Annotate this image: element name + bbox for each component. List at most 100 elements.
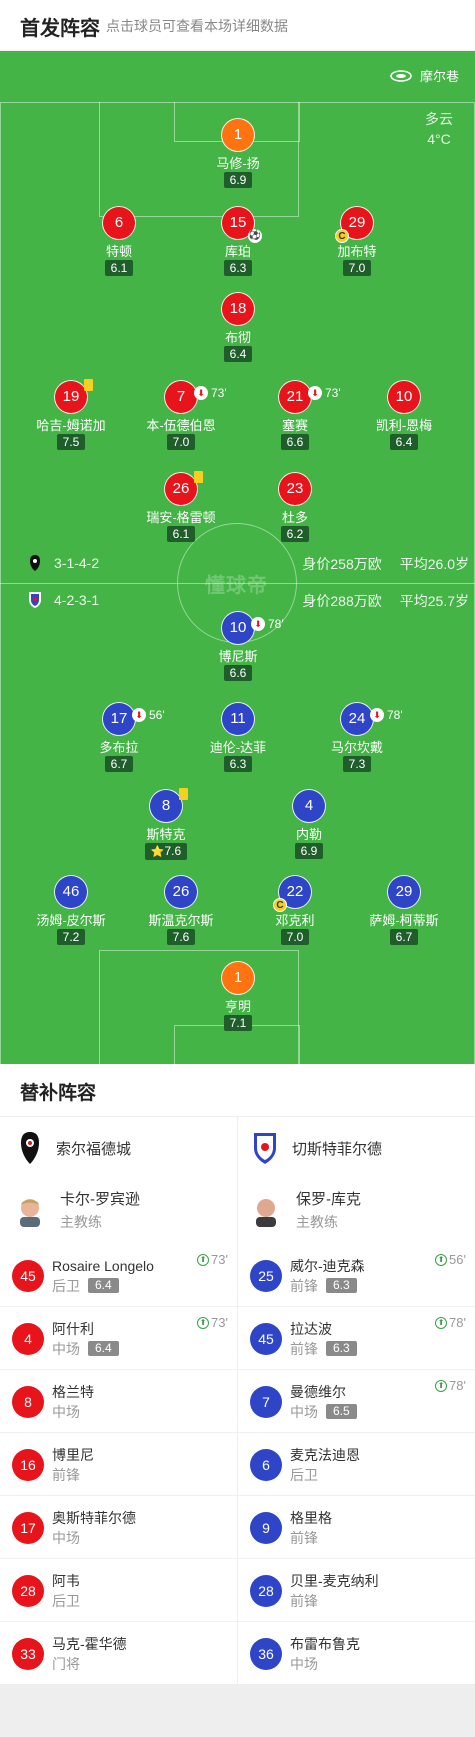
player-number-text: 10 [395,388,413,405]
substitute-row[interactable]: 16 博里尼 前锋 [12,1433,234,1496]
away-coach[interactable]: 保罗-库克 主教练 [250,1189,361,1233]
substitute-row[interactable]: 9 格里格 前锋 [250,1496,472,1559]
player-home[interactable]: 1 马修-扬 6.9 [183,118,293,189]
star-icon: ⭐ [150,846,165,858]
substitute-row[interactable]: 17 奥斯特菲尔德 中场 [12,1496,234,1559]
player-home[interactable]: 6 特顿 6.1 [64,206,174,277]
player-number-text: 26 [172,480,190,497]
substitute-info: 格里格 前锋 [290,1508,332,1548]
home-team-name: 索尔福德城 [56,1140,132,1158]
player-rating-value: 7.1 [229,1016,247,1030]
player-away[interactable]: 22 C 邓克利 7.0 [240,875,350,946]
away-team-header[interactable]: 切斯特菲尔德 [252,1131,382,1165]
player-rating: 6.1 [166,526,196,542]
sub-in-minute: 73' [211,1252,228,1267]
substitute-number: 8 [12,1385,44,1418]
venue: 摩尔巷 [390,66,459,85]
player-rating-value: 6.6 [286,435,304,449]
substitute-row[interactable]: 45 拉达波 前锋 6.3 ⬆ 78' [250,1307,472,1370]
player-name: 萨姆-柯蒂斯 [369,913,439,928]
substitute-row[interactable]: 4 阿什利 中场 6.4 ⬆ 73' [12,1307,234,1370]
weather-condition: 多云 [425,111,453,127]
player-number-text: 17 [110,710,128,727]
away-team-logo-icon [254,1133,276,1164]
substitute-position: 前锋 6.3 [290,1339,357,1359]
substitute-position: 后卫 [290,1465,360,1485]
player-home[interactable]: 21 ⬇ 73' 塞赛 6.6 [240,380,350,451]
lineup-header: 首发阵容 点击球员可查看本场详细数据 [0,0,475,50]
substitute-row[interactable]: 8 格兰特 中场 [12,1370,234,1433]
substitute-position-text: 门将 [52,1655,80,1672]
player-rating-value: 6.4 [229,347,247,361]
player-rating-value: 6.9 [300,844,318,858]
substitute-position: 后卫 6.4 [52,1276,154,1296]
substitute-rating: 6.4 [88,1341,119,1356]
sub-off-minute: 73' [211,386,227,400]
substitute-number: 17 [12,1511,44,1544]
player-rating-value: 6.1 [110,261,128,275]
player-away[interactable]: 1 亨明 7.1 [183,961,293,1032]
player-number-text: 7 [176,388,186,405]
substitute-position: 中场 [52,1528,136,1548]
substitute-info: 拉达波 前锋 6.3 [290,1319,357,1359]
player-rating: 7.2 [56,929,86,945]
sub-in-minute: 56' [449,1252,466,1267]
home-average-age: 平均26.0岁 [399,556,469,572]
player-home[interactable]: 23 杜多 6.2 [240,472,350,543]
player-number: 19 [54,379,93,414]
home-coach[interactable]: 卡尔-罗宾逊 主教练 [14,1189,140,1233]
away-team-icon [29,592,41,608]
substitute-position-text: 后卫 [52,1277,80,1294]
player-away[interactable]: 10 ⬇ 78' 博尼斯 6.6 [183,611,293,682]
home-coach-role: 主教练 [60,1214,102,1230]
substitute-row[interactable]: 6 麦克法迪恩 后卫 [250,1433,472,1496]
substitution-in: ⬆ 73' [197,1315,228,1330]
player-rating: 6.4 [223,346,253,362]
substitute-row[interactable]: 45 Rosaire Longelo 后卫 6.4 ⬆ 73' [12,1244,234,1307]
player-rating: 6.2 [280,526,310,542]
goal-icon: ⚽ [248,229,262,243]
player-away[interactable]: 46 汤姆-皮尔斯 7.2 [16,875,126,946]
substitute-number: 36 [250,1637,282,1670]
substitute-row[interactable]: 33 马克-霍华德 门将 [12,1622,234,1685]
player-away[interactable]: 11 迪伦-达菲 6.3 [183,702,293,773]
player-away[interactable]: 17 ⬇ 56' 多布拉 6.7 [64,702,174,773]
player-rating: 7.0 [166,434,196,450]
sub-in-icon: ⬆ [435,1316,448,1329]
player-home[interactable]: 29 C 加布特 7.0 [302,206,412,277]
player-rating-value: 6.3 [229,757,247,771]
substitute-row[interactable]: 36 布雷布鲁克 中场 [250,1622,472,1685]
player-home[interactable]: 7 ⬇ 73' 本-伍德伯恩 7.0 [126,380,236,451]
substitute-number: 28 [250,1574,282,1607]
player-number-text: 19 [62,388,80,405]
player-number: 29 [387,875,421,909]
substitute-info: 贝里-麦克纳利 前锋 [290,1571,379,1611]
player-rating: 6.4 [389,434,419,450]
player-home[interactable]: 26 瑞安-格雷顿 6.1 [126,471,236,543]
player-home[interactable]: 10 凯利-恩梅 6.4 [349,380,459,451]
player-number: 4 [292,789,326,823]
player-away[interactable]: 4 内勒 6.9 [254,789,364,860]
sub-off-icon: ⬇ [132,708,146,722]
player-home[interactable]: 15 ⚽ 库珀 6.3 [183,206,293,277]
substitution-in: ⬆ 56' [435,1252,466,1267]
player-away[interactable]: 29 萨姆-柯蒂斯 6.7 [349,875,459,946]
player-number: 23 [278,472,312,506]
weather-temperature: 4°C [427,131,451,147]
player-away[interactable]: 24 ⬇ 78' 马尔坎戴 7.3 [302,702,412,773]
home-team-header[interactable]: 索尔福德城 [18,1131,131,1165]
player-home[interactable]: 18 布彻 6.4 [183,292,293,363]
substitute-name: 威尔-迪克森 [290,1257,365,1274]
substitute-row[interactable]: 25 威尔-迪克森 前锋 6.3 ⬆ 56' [250,1244,472,1307]
sub-off-minute: 73' [325,386,341,400]
substitute-row[interactable]: 28 阿韦 后卫 [12,1559,234,1622]
player-rating-value: 6.3 [229,261,247,275]
substitute-position-text: 中场 [52,1529,80,1546]
substitute-name: 布雷布鲁克 [290,1635,360,1652]
substitute-row[interactable]: 28 贝里-麦克纳利 前锋 [250,1559,472,1622]
substitute-name: 贝里-麦克纳利 [290,1572,379,1589]
player-home[interactable]: 19 哈吉-姆诺加 7.5 [16,379,126,451]
player-away[interactable]: 8 斯特克 ⭐7.6 [111,788,221,860]
player-away[interactable]: 26 斯温克尔斯 7.6 [126,875,236,946]
substitute-row[interactable]: 7 曼德维尔 中场 6.5 ⬆ 78' [250,1370,472,1433]
